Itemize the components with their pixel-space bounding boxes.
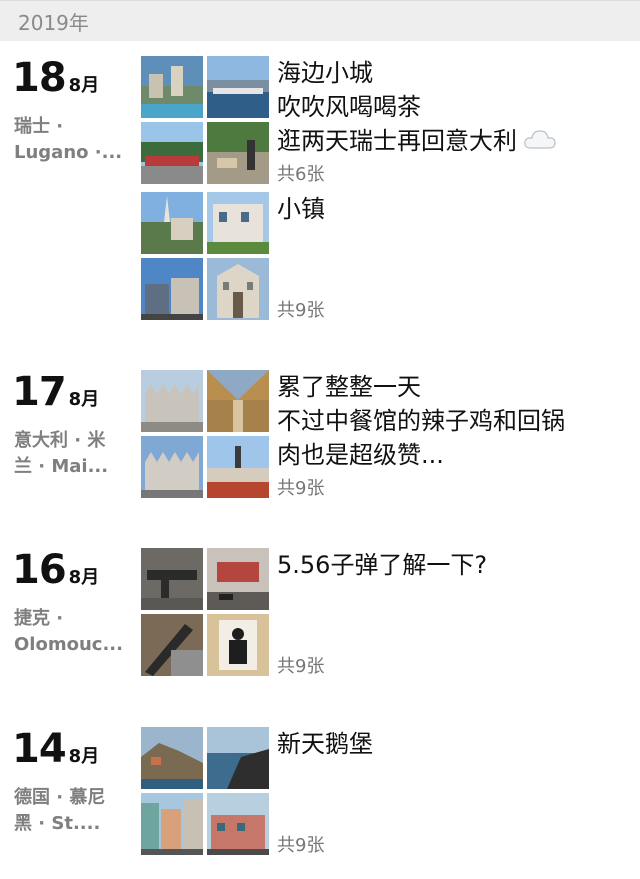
post-text-line: 5.56子弹了解一下?	[277, 551, 488, 579]
entry-day: 14	[12, 726, 67, 772]
photo-thumbnail[interactable]	[141, 56, 203, 118]
entry-month: 8月	[68, 75, 100, 96]
post-text[interactable]: 5.56子弹了解一下?	[277, 548, 627, 582]
post-text-line: 新天鹅堡	[277, 730, 373, 758]
entry-date: 16 8月	[12, 548, 99, 592]
photo-count: 共9张	[277, 478, 325, 499]
photo-thumbnail[interactable]	[141, 192, 203, 254]
location-line: 兰 · Mai...	[14, 456, 109, 477]
photo-count: 共9张	[277, 835, 325, 856]
entry-month: 8月	[68, 567, 100, 588]
photo-thumbnail[interactable]	[141, 122, 203, 184]
post-text-line: 逛两天瑞士再回意大利	[277, 127, 517, 155]
location-line: Olomouc...	[14, 634, 123, 655]
photo-grid[interactable]	[141, 727, 269, 855]
photo-thumbnail[interactable]	[141, 793, 203, 855]
entry-location: 捷克 · Olomouc...	[14, 606, 134, 658]
photo-thumbnail[interactable]	[207, 122, 269, 184]
photo-thumbnail[interactable]	[141, 727, 203, 789]
year-label: 2019年	[18, 11, 89, 35]
entry-location: 意大利 · 米 兰 · Mai...	[14, 428, 134, 480]
post-text[interactable]: 海边小城 吹吹风喝喝茶 逛两天瑞士再回意大利	[277, 56, 627, 159]
entry-date: 17 8月	[12, 370, 99, 414]
photo-thumbnail[interactable]	[207, 436, 269, 498]
photo-grid[interactable]	[141, 56, 269, 184]
location-line: Lugano ·...	[14, 142, 123, 163]
photo-thumbnail[interactable]	[141, 436, 203, 498]
post-text-line: 小镇	[277, 195, 325, 223]
photo-thumbnail[interactable]	[207, 192, 269, 254]
year-header: 2019年	[0, 0, 640, 41]
location-line: 意大利 · 米	[14, 430, 106, 451]
post-text-line: 不过中餐馆的辣子鸡和回锅	[277, 407, 565, 435]
photo-thumbnail[interactable]	[207, 793, 269, 855]
photo-count: 共9张	[277, 656, 325, 677]
entry-day: 17	[12, 369, 67, 415]
location-line: 捷克 ·	[14, 608, 64, 629]
photo-thumbnail[interactable]	[207, 614, 269, 676]
entry-location: 德国 · 慕尼 黑 · St....	[14, 785, 134, 837]
post-text[interactable]: 小镇	[277, 192, 627, 226]
post-text[interactable]: 累了整整一天 不过中餐馆的辣子鸡和回锅 肉也是超级赞...	[277, 370, 627, 472]
photo-thumbnail[interactable]	[207, 56, 269, 118]
photo-count: 共6张	[277, 164, 325, 185]
photo-thumbnail[interactable]	[141, 548, 203, 610]
photo-grid[interactable]	[141, 370, 269, 498]
cloud-icon	[523, 125, 557, 159]
photo-thumbnail[interactable]	[207, 370, 269, 432]
photo-thumbnail[interactable]	[207, 548, 269, 610]
entry-month: 8月	[68, 746, 100, 767]
entry-date: 18 8月	[12, 56, 99, 100]
entry-day: 16	[12, 547, 67, 593]
location-line: 瑞士 ·	[14, 116, 64, 137]
photo-grid[interactable]	[141, 548, 269, 676]
entry-location: 瑞士 · Lugano ·...	[14, 114, 134, 166]
photo-thumbnail[interactable]	[141, 370, 203, 432]
photo-grid[interactable]	[141, 192, 269, 320]
location-line: 黑 · St....	[14, 813, 101, 834]
post-text-line: 肉也是超级赞...	[277, 441, 444, 469]
post-text-line: 吹吹风喝喝茶	[277, 93, 421, 121]
photo-thumbnail[interactable]	[207, 727, 269, 789]
entry-month: 8月	[68, 389, 100, 410]
entry-day: 18	[12, 55, 67, 101]
photo-thumbnail[interactable]	[141, 258, 203, 320]
post-text-line: 累了整整一天	[277, 373, 421, 401]
photo-thumbnail[interactable]	[207, 258, 269, 320]
post-text-line: 海边小城	[277, 59, 373, 87]
location-line: 德国 · 慕尼	[14, 787, 106, 808]
entry-date: 14 8月	[12, 727, 99, 771]
photo-thumbnail[interactable]	[141, 614, 203, 676]
photo-count: 共9张	[277, 300, 325, 321]
post-text[interactable]: 新天鹅堡	[277, 727, 627, 761]
